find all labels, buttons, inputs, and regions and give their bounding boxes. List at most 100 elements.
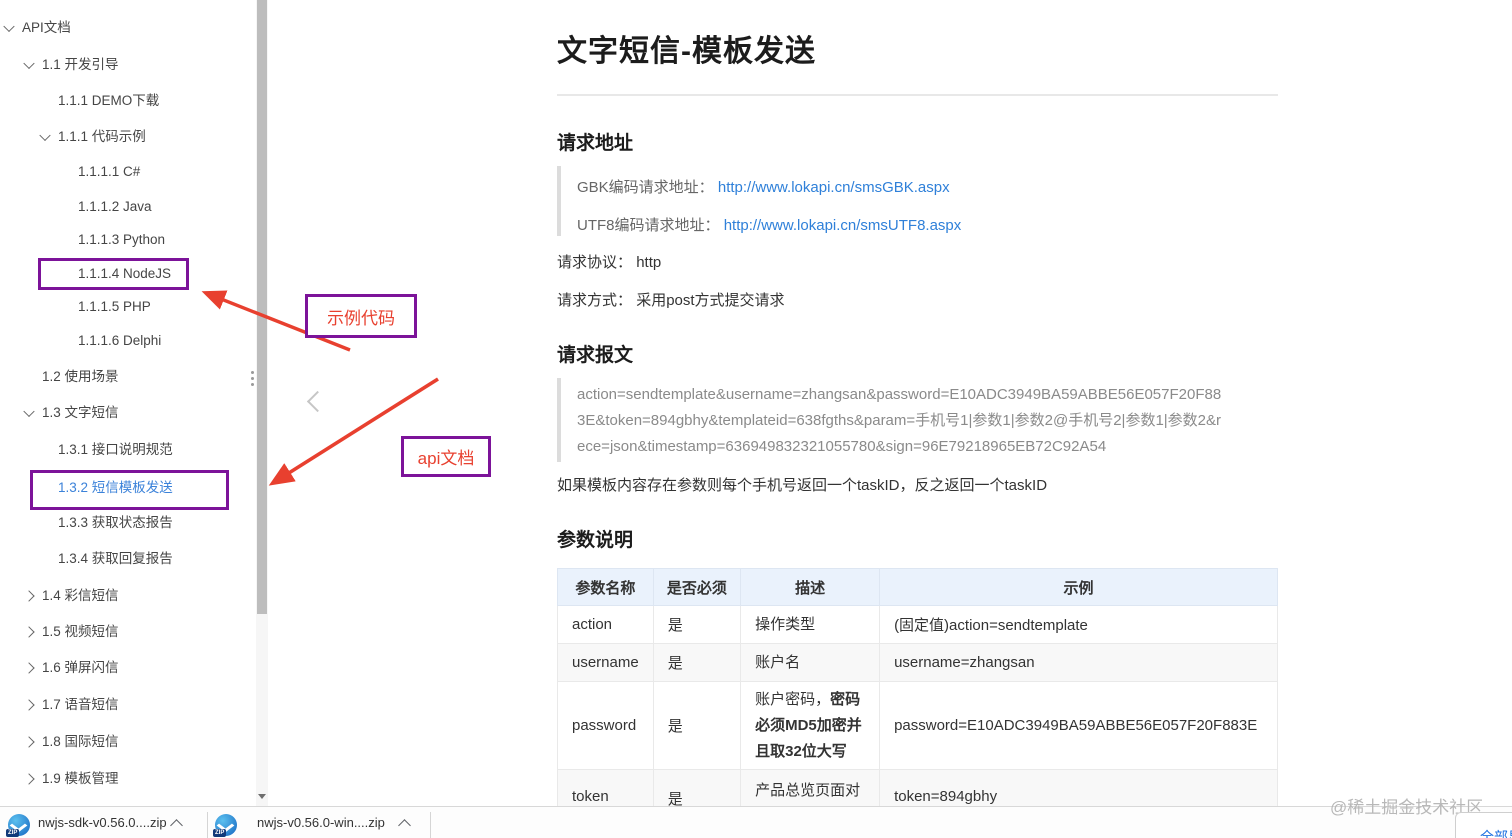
request-body-blockquote: action=sendtemplate&username=zhangsan&pa… <box>557 378 1274 462</box>
sidebar-item-label: 1.6 弹屏闪信 <box>42 660 119 675</box>
sidebar-scrollbar-thumb[interactable] <box>257 0 267 614</box>
request-address-blockquote: GBK编码请求地址： http://www.lokapi.cn/smsGBK.a… <box>557 166 1274 236</box>
annotation-label-text: api文档 <box>417 449 475 468</box>
request-protocol-line: 请求协议： http <box>557 251 661 272</box>
table-cell: 操作类型 <box>740 605 881 644</box>
request-method-label: 请求方式： <box>557 292 633 309</box>
gbk-address-label: GBK编码请求地址： <box>577 179 714 196</box>
utf8-address-label: UTF8编码请求地址： <box>577 217 720 234</box>
sidebar-item[interactable]: 1.3.1 接口说明规范 <box>0 432 256 468</box>
table-cell: 是 <box>652 643 742 682</box>
sidebar-item[interactable]: 1.3.4 获取回复报告 <box>0 541 256 577</box>
chevron-right-icon[interactable] <box>23 736 35 748</box>
sidebar-item[interactable]: 1.2 使用场景 <box>0 359 256 395</box>
zip-file-icon: ZIP <box>213 814 237 837</box>
download-filename: nwjs-sdk-v0.56.0....zip <box>38 815 167 830</box>
table-header-cell: 是否必须 <box>652 568 742 606</box>
download-menu-chevron-icon[interactable] <box>398 819 411 832</box>
show-all-downloads-button[interactable]: 全部显示 <box>1455 812 1512 838</box>
sidebar-item[interactable]: 1.1.1 DEMO下载 <box>0 83 256 119</box>
sidebar-collapse-chevron-icon[interactable] <box>306 390 329 413</box>
gbk-address-link[interactable]: http://www.lokapi.cn/smsGBK.aspx <box>718 179 950 196</box>
sidebar-item[interactable]: 1.7 语音短信 <box>0 687 256 723</box>
table-cell: (固定值)action=sendtemplate <box>879 605 1278 644</box>
sidebar-item[interactable]: 1.4 彩信短信 <box>0 578 256 614</box>
table-cell: action <box>557 605 654 644</box>
sidebar-item[interactable]: 1.9 模板管理 <box>0 761 256 797</box>
download-menu-chevron-icon[interactable] <box>170 819 183 832</box>
table-header-cell: 描述 <box>740 568 881 606</box>
sidebar-item[interactable]: 1.1 开发引导 <box>0 47 256 83</box>
sidebar-item[interactable]: 1.3.3 获取状态报告 <box>0 505 256 541</box>
sidebar-item-label: 1.3.3 获取状态报告 <box>58 515 173 530</box>
page: API文档 1.1 开发引导 1.1.1 DEMO下载 1.1.1 代码示例 1.1.1… <box>0 0 1512 838</box>
download-shelf: ZIP nwjs-sdk-v0.56.0....zip ZIP nwjs-v0.… <box>0 806 1512 838</box>
sidebar-item-label: 1.9 模板管理 <box>42 771 119 786</box>
table-row: password 是账户密码，密码必须MD5加密并且取32位大写 password=… <box>557 681 1278 770</box>
section-heading-request-body: 请求报文 <box>557 345 634 366</box>
annotation-label-text: 示例代码 <box>327 308 395 328</box>
table-header-cell: 示例 <box>879 568 1278 606</box>
sidebar-item-label: 1.3.2 短信模板发送 <box>58 480 173 495</box>
chevron-right-icon[interactable] <box>23 662 35 674</box>
table-row: username 是账户名 username=zhangsan <box>557 643 1278 682</box>
sidebar-item-label: 1.7 语音短信 <box>42 697 119 712</box>
sidebar-item[interactable]: 1.1.1.3 Python <box>0 222 256 258</box>
desc-text: 操作类型 <box>755 615 816 633</box>
sidebar-item[interactable]: 1.1.1.6 Delphi <box>0 323 256 359</box>
table-header-cell: 参数名称 <box>557 568 654 606</box>
sidebar-item[interactable]: 1.1.1 代码示例 <box>0 119 256 155</box>
sidebar-item[interactable]: 1.8 国际短信 <box>0 724 256 760</box>
utf8-address-link[interactable]: http://www.lokapi.cn/smsUTF8.aspx <box>724 217 962 234</box>
taskid-note: 如果模板内容存在参数则每个手机号返回一个taskID，反之返回一个taskID <box>557 477 1048 494</box>
annotation-label-sample-code: 示例代码 <box>305 294 417 338</box>
gbk-address-line: GBK编码请求地址： http://www.lokapi.cn/smsGBK.a… <box>577 172 1274 210</box>
page-title: 文字短信-模板发送 <box>557 35 816 68</box>
title-divider <box>557 94 1278 96</box>
chevron-down-icon[interactable] <box>23 57 35 70</box>
chevron-right-icon[interactable] <box>23 626 35 638</box>
chevron-right-icon[interactable] <box>23 773 35 785</box>
chevron-down-icon[interactable] <box>3 20 15 33</box>
request-method-value: 采用post方式提交请求 <box>636 292 785 309</box>
sidebar-item[interactable]: 1.6 弹屏闪信 <box>0 650 256 686</box>
splitter-grip-icon[interactable] <box>251 371 254 386</box>
chevron-down-icon[interactable] <box>23 405 35 418</box>
desc-text: 账户名 <box>755 653 801 671</box>
chevron-right-icon[interactable] <box>23 590 35 602</box>
table-cell: 是 <box>652 681 742 770</box>
sidebar-item[interactable]: 1.1.1.1 C# <box>0 154 256 190</box>
request-protocol-label: 请求协议： <box>557 254 633 271</box>
utf8-address-line: UTF8编码请求地址： http://www.lokapi.cn/smsUTF8… <box>577 210 1274 248</box>
shelf-divider <box>430 812 431 838</box>
sidebar-item-label: 1.5 视频短信 <box>42 624 119 639</box>
table-row: action 是操作类型 (固定值)action=sendtemplate <box>557 605 1278 644</box>
request-protocol-value: http <box>636 254 662 271</box>
zip-file-icon: ZIP <box>6 814 30 837</box>
sidebar-item-label: 1.8 国际短信 <box>42 734 119 749</box>
sidebar-item[interactable]: 1.3 文字短信 <box>0 395 256 431</box>
sidebar-item-label: 1.1.1 DEMO下载 <box>58 93 160 108</box>
sidebar-item[interactable]: 1.1.1.4 NodeJS <box>0 256 256 292</box>
table-cell: username=zhangsan <box>879 643 1278 682</box>
request-payload-text: action=sendtemplate&username=zhangsan&pa… <box>577 386 1222 455</box>
section-heading-request-address: 请求地址 <box>557 133 634 154</box>
sidebar-item[interactable]: 1.5 视频短信 <box>0 614 256 650</box>
table-cell: password <box>557 681 654 770</box>
chevron-right-icon[interactable] <box>23 699 35 711</box>
desc-text: 产品总览页面对 <box>755 782 861 799</box>
sidebar-item-label: 1.1.1.2 Java <box>78 199 152 214</box>
download-item-1[interactable]: ZIP nwjs-sdk-v0.56.0....zip <box>0 807 207 838</box>
sidebar-item-label: 1.1.1.1 C# <box>78 164 141 179</box>
table-cell: 是 <box>652 605 742 644</box>
annotation-label-api-doc: api文档 <box>401 436 491 477</box>
sidebar-item[interactable]: 1.1.1.2 Java <box>0 189 256 225</box>
sidebar-item[interactable]: API文档 <box>0 10 256 46</box>
chevron-down-icon[interactable] <box>39 129 51 142</box>
sidebar-item[interactable]: 1.3.2 短信模板发送 <box>0 470 256 506</box>
download-item-2[interactable]: ZIP nwjs-v0.56.0-win....zip <box>207 807 430 838</box>
sidebar-scrollbar-down-arrow-icon[interactable] <box>257 789 267 803</box>
sidebar-item[interactable]: 1.1.1.5 PHP <box>0 289 256 325</box>
sidebar-item-label: 1.3 文字短信 <box>42 405 119 420</box>
sidebar-item-label: API文档 <box>22 20 71 35</box>
